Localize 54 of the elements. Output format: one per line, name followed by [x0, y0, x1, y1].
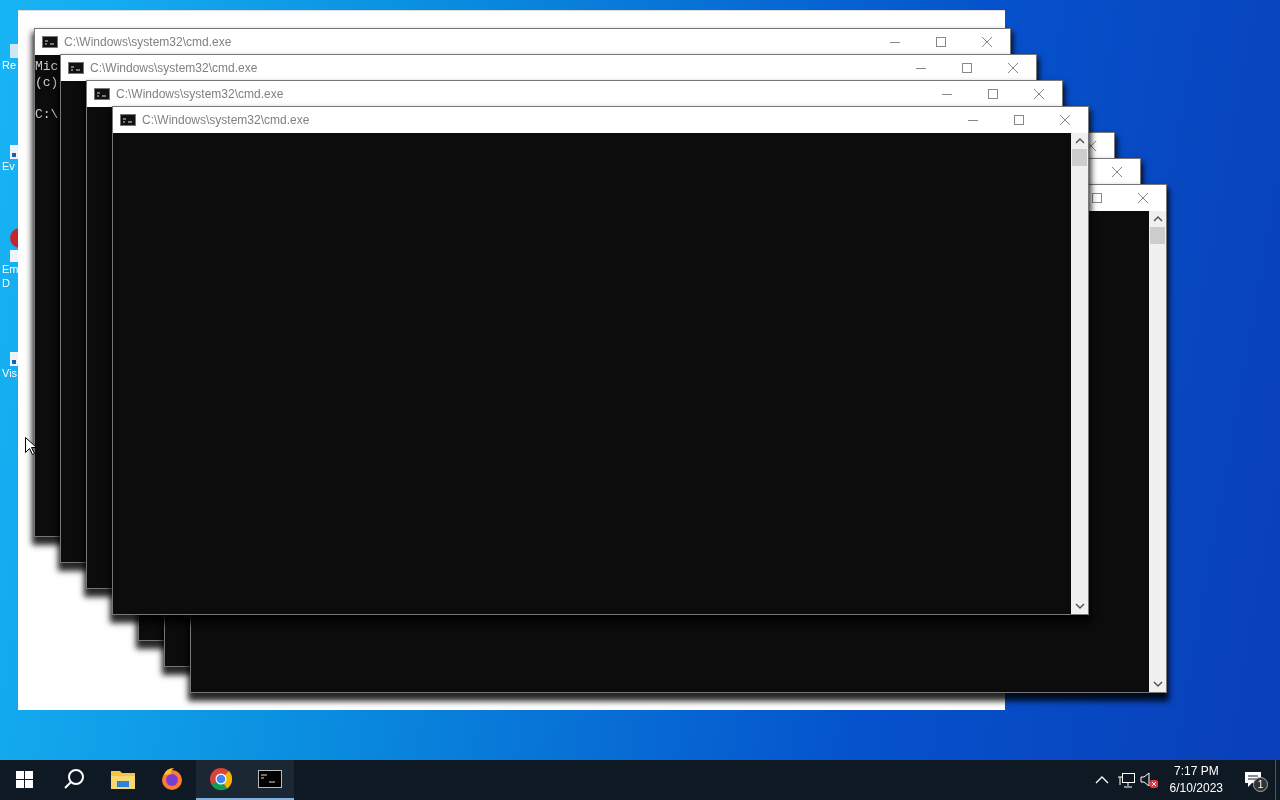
maximize-icon: [1014, 115, 1024, 125]
terminal-icon: [41, 36, 58, 48]
scrollbar[interactable]: [1071, 133, 1088, 614]
console-text: Mic: [35, 59, 59, 74]
fox-browser-icon: [159, 767, 184, 791]
maximize-icon: [1092, 193, 1102, 203]
window-title: C:\Windows\system32\cmd.exe: [116, 86, 284, 103]
console-text: (c): [35, 75, 59, 90]
close-icon: [1086, 141, 1096, 151]
desktop-icon-label[interactable]: D: [2, 276, 10, 290]
close-icon: [1008, 63, 1018, 73]
ring-browser-icon: [208, 767, 233, 791]
terminal-icon: [67, 62, 84, 74]
prompt-text: C:\: [35, 107, 59, 122]
scrollbar[interactable]: [1149, 211, 1166, 692]
close-icon: [982, 37, 992, 47]
maximize-button[interactable]: [935, 36, 947, 48]
window-title: C:\Windows\system32\cmd.exe: [90, 60, 258, 77]
search-icon: [62, 768, 85, 790]
desktop-icon-label[interactable]: Em: [2, 262, 19, 276]
maximize-button[interactable]: [987, 88, 999, 100]
scroll-thumb[interactable]: [1072, 149, 1087, 166]
clock[interactable]: 7:17 PM 6/10/2023: [1161, 763, 1231, 797]
maximize-icon: [988, 89, 998, 99]
caret-up-icon[interactable]: [1094, 775, 1109, 785]
scroll-thumb[interactable]: [1150, 227, 1165, 244]
terminal-icon: [119, 114, 136, 126]
terminal-icon: [93, 88, 110, 100]
shortcut-icon: [10, 352, 18, 366]
muted-speaker-icon[interactable]: [1139, 772, 1160, 788]
ring-taskbar-button[interactable]: [196, 760, 245, 800]
close-icon: [1034, 89, 1044, 99]
terminal-icon: [257, 770, 282, 788]
maximize-button[interactable]: [961, 62, 973, 74]
notification-count: 1: [1253, 777, 1268, 792]
windows-logo-icon: [16, 770, 33, 788]
close-icon: [1060, 115, 1070, 125]
maximize-icon: [962, 63, 972, 73]
window-title: C:\Windows\system32\cmd.exe: [142, 112, 310, 129]
terminal-taskbar-button[interactable]: [245, 760, 294, 800]
network-icon[interactable]: [1116, 772, 1135, 788]
close-icon: [1112, 167, 1122, 177]
app-shortcut-icon: [10, 228, 18, 262]
desktop-icon-label[interactable]: Re: [2, 58, 17, 72]
maximize-button[interactable]: [1013, 114, 1025, 126]
shortcut-icon: [10, 145, 18, 159]
maximize-icon: [936, 37, 946, 47]
desktop-icon-label[interactable]: Ev: [2, 159, 15, 173]
maximize-button[interactable]: [1091, 192, 1103, 204]
close-icon: [1138, 193, 1148, 203]
desktop-icon-label[interactable]: Vis: [2, 366, 18, 380]
folder-icon: [110, 769, 135, 789]
notification-button[interactable]: 1: [1231, 760, 1275, 800]
window-title: C:\Windows\system32\cmd.exe: [64, 34, 232, 51]
